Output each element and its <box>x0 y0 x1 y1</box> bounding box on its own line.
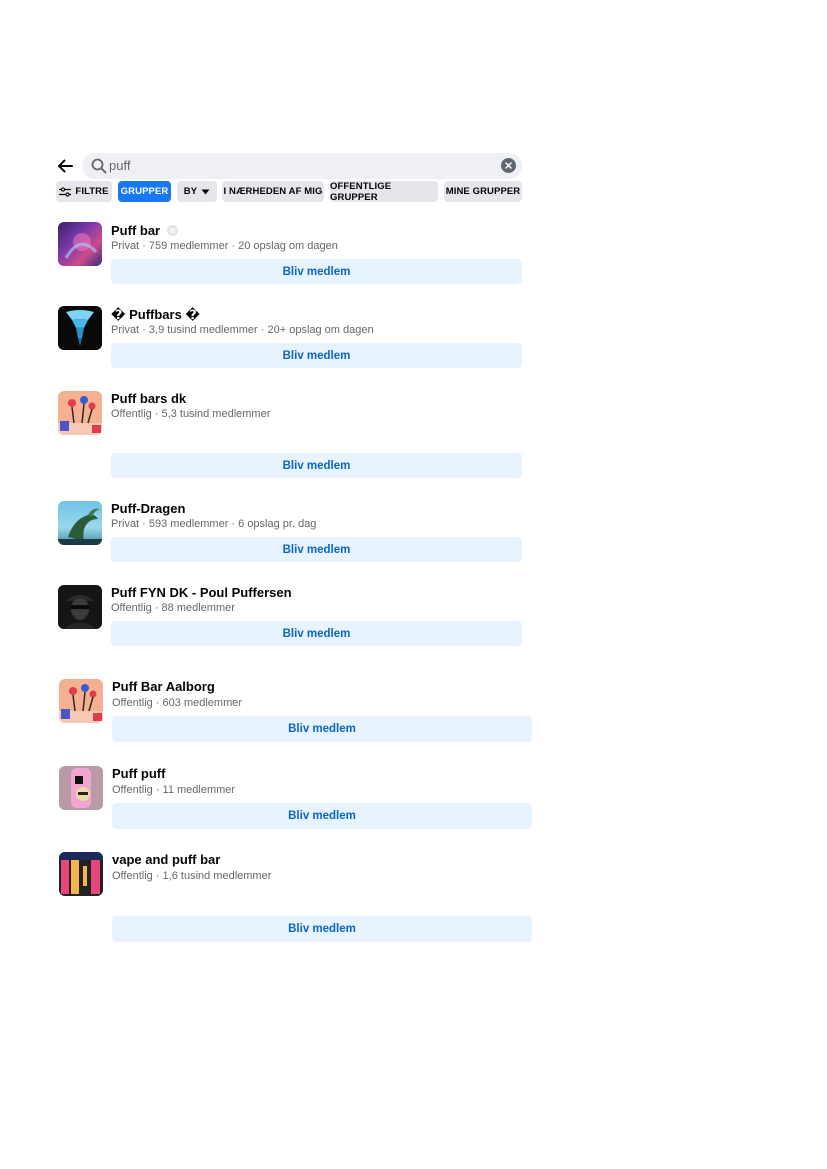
join-button-label: Bliv medlem <box>282 265 351 278</box>
group-avatar[interactable] <box>59 766 103 810</box>
group-name[interactable]: vape and puff bar <box>112 852 220 867</box>
join-button-label: Bliv medlem <box>288 723 356 735</box>
group-name[interactable]: Puff FYN DK - Poul Puffersen <box>111 585 292 600</box>
join-button-label: Bliv medlem <box>288 923 356 935</box>
filter-chip-naerheden[interactable]: I NÆRHEDEN AF MIG <box>222 181 324 202</box>
group-avatar[interactable] <box>58 501 102 545</box>
group-meta: Offentlig · 603 medlemmer <box>112 697 243 709</box>
group-name[interactable]: Puff-Dragen <box>111 501 185 516</box>
join-button[interactable]: Bliv medlem <box>111 537 522 562</box>
join-button[interactable]: Bliv medlem <box>111 259 522 284</box>
filter-chip-grupper[interactable]: GRUPPER <box>118 181 171 202</box>
join-button-label: Bliv medlem <box>288 810 356 822</box>
group-avatar[interactable] <box>59 679 103 723</box>
join-button-label: Bliv medlem <box>282 349 351 362</box>
back-button[interactable] <box>54 155 76 177</box>
join-button[interactable]: Bliv medlem <box>112 916 532 942</box>
group-meta: Offentlig · 11 medlemmer <box>112 784 236 796</box>
filter-chip-offentlige[interactable]: OFFENTLIGE GRUPPER <box>330 180 438 203</box>
filter-chip-by[interactable]: BY <box>177 181 217 202</box>
search-query[interactable]: puff <box>109 158 130 173</box>
group-meta: Privat · 759 medlemmer · 20 opslag om da… <box>111 240 338 252</box>
sliders-icon <box>59 186 72 197</box>
filter-chip-label: GRUPPER <box>120 186 169 197</box>
filter-chip-label: I NÆRHEDEN AF MIG <box>223 186 323 197</box>
group-avatar[interactable] <box>58 391 102 435</box>
filter-chip-label: OFFENTLIGE GRUPPER <box>330 180 392 203</box>
group-name[interactable]: Puff puff <box>112 766 165 781</box>
group-avatar[interactable] <box>58 222 102 266</box>
group-avatar[interactable] <box>59 852 103 896</box>
group-meta: Privat · 593 medlemmer · 6 opslag pr. da… <box>111 518 317 530</box>
filter-chip-label: BY <box>183 186 198 197</box>
group-avatar[interactable] <box>58 585 102 629</box>
clear-circle-icon[interactable] <box>501 158 516 173</box>
group-name[interactable]: � Puffbars � <box>111 307 200 323</box>
join-button-label: Bliv medlem <box>282 459 351 472</box>
join-button-label: Bliv medlem <box>282 543 351 556</box>
filter-chip-filtre[interactable]: FILTRE <box>56 181 112 202</box>
group-meta: Privat · 3,9 tusind medlemmer · 20+ opsl… <box>111 324 374 336</box>
arrow-left-icon <box>58 159 73 173</box>
join-button-label: Bliv medlem <box>282 627 351 640</box>
group-name[interactable]: Puff Bar Aalborg <box>112 679 215 694</box>
join-button[interactable]: Bliv medlem <box>111 343 522 368</box>
group-meta: Offentlig · 88 medlemmer <box>111 602 235 614</box>
magnifier-icon <box>91 158 107 174</box>
search-input[interactable]: puff <box>82 153 522 179</box>
join-button[interactable]: Bliv medlem <box>111 621 522 646</box>
group-name[interactable]: Puff bars dk <box>111 391 186 406</box>
filter-chip-label: MINE GRUPPER <box>445 186 521 197</box>
join-button[interactable]: Bliv medlem <box>112 803 532 829</box>
group-name-row[interactable]: Puff bar <box>111 223 179 238</box>
caret-down-icon <box>201 189 210 194</box>
sparkle-icon <box>166 225 178 236</box>
group-avatar[interactable] <box>58 306 102 350</box>
group-meta: Offentlig · 1,6 tusind medlemmer <box>112 870 272 882</box>
group-meta: Offentlig · 5,3 tusind medlemmer <box>111 408 271 420</box>
filter-chip-label: FILTRE <box>75 186 109 197</box>
join-button[interactable]: Bliv medlem <box>112 716 532 742</box>
group-name: Puff bar <box>111 223 161 238</box>
filter-chip-mine[interactable]: MINE GRUPPER <box>444 181 522 202</box>
join-button[interactable]: Bliv medlem <box>111 453 522 478</box>
